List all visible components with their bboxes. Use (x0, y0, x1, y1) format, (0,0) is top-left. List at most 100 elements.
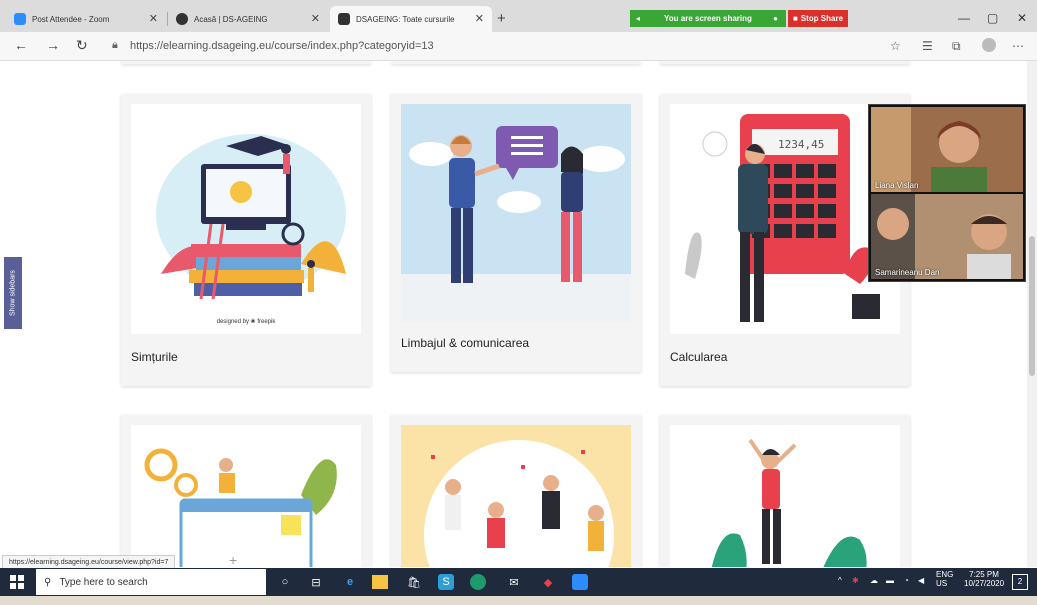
zoom-app-icon[interactable] (572, 574, 588, 590)
clock-time: 7:25 PM (969, 570, 999, 579)
course-title[interactable]: Limbajul & comunicarea (401, 336, 529, 350)
course-card-partial (121, 61, 371, 64)
minimize-button[interactable]: — (958, 11, 970, 25)
tab-label: Acasă | DS-AGEING (194, 14, 268, 24)
course-card[interactable]: + (121, 415, 371, 567)
exercise-illustration (711, 438, 867, 567)
tab-toate-cursurile[interactable]: DSAGEING: Toate cursurile ✕ (330, 6, 492, 32)
tab-label: DSAGEING: Toate cursurile (356, 14, 455, 24)
course-image: 1234,45 (670, 104, 900, 334)
planning-illustration: + (144, 448, 337, 567)
stop-share-label: Stop Share (800, 14, 844, 23)
show-sidebars-button[interactable]: Show sidebars (4, 257, 22, 329)
clock[interactable]: 7:25 PM 10/27/2020 (964, 570, 1004, 588)
course-card-partial (391, 61, 641, 64)
course-image: + (131, 425, 361, 567)
shield-icon: ● (773, 14, 778, 23)
volume-icon[interactable]: ◀ (918, 576, 924, 585)
course-card-simturile[interactable]: designed by ❀ freepik Simțurile (121, 94, 371, 386)
participant-video (871, 194, 1023, 279)
moodle-tab-icon (338, 13, 350, 25)
url-field[interactable]: https://elearning.dsageing.eu/course/ind… (130, 40, 434, 52)
tray-app-icon[interactable]: ✱ (852, 576, 859, 585)
favorite-star-icon[interactable]: ☆ (890, 39, 901, 53)
onenote-drop-icon[interactable]: ◆ (538, 572, 558, 592)
back-icon[interactable]: ← (14, 37, 28, 53)
show-sidebars-label: Show sidebars (9, 270, 17, 316)
stop-share-button[interactable]: ■ Stop Share (788, 10, 848, 27)
zoom-sharing-indicator: ◂ You are screen sharing ● (630, 10, 786, 27)
windows-taskbar: ⚲ Type here to search ○ ⊟ e 🛍︎ S ✉ ◆ ^ ✱… (0, 568, 1037, 596)
tab-label: Post Attendee - Zoom (32, 14, 110, 24)
video-tile-dan: Samarineanu Dan (871, 194, 1023, 279)
moodle-tab-icon (176, 13, 188, 25)
cloud-icon[interactable]: ☁ (870, 576, 878, 585)
favorites-list-icon[interactable]: ☰ (922, 39, 933, 53)
close-icon[interactable]: ✕ (311, 12, 320, 25)
stop-icon: ■ (792, 14, 798, 23)
tab-zoom[interactable]: Post Attendee - Zoom ✕ (6, 6, 166, 32)
language-label: ENG (936, 570, 954, 579)
close-window-button[interactable]: ✕ (1017, 11, 1027, 25)
file-explorer-icon[interactable] (372, 575, 388, 589)
skype-icon[interactable]: S (438, 574, 454, 590)
participant-name: Liana Vislan (875, 181, 919, 190)
battery-icon[interactable]: ▬ (886, 576, 894, 585)
celebration-illustration (401, 425, 631, 567)
communication-illustration (401, 104, 631, 322)
notification-count: 2 (1017, 577, 1023, 586)
tray-chevron-icon[interactable]: ^ (838, 576, 842, 585)
region-label: US (936, 579, 948, 588)
zoom-video-panel: Liana Vislan Samarineanu Dan (868, 104, 1026, 282)
taskbar-search[interactable]: ⚲ Type here to search (36, 569, 266, 595)
course-image (401, 425, 631, 567)
course-image (401, 104, 631, 322)
windows-start-icon[interactable] (10, 575, 24, 589)
course-title[interactable]: Calcularea (670, 350, 727, 364)
scrollbar-thumb[interactable] (1029, 236, 1035, 376)
collections-icon[interactable]: ⧉ (952, 39, 961, 54)
mail-icon[interactable]: ✉ (504, 572, 524, 592)
zoom-arrow-icon: ◂ (636, 14, 641, 23)
address-bar: ← → ↻ 🔒︎ https://elearning.dsageing.eu/c… (0, 32, 1037, 61)
sharing-text: You are screen sharing (664, 14, 752, 23)
course-image: designed by ❀ freepik (131, 104, 361, 334)
forward-icon[interactable]: → (46, 37, 60, 53)
tab-bar: Post Attendee - Zoom ✕ Acasă | DS-AGEING… (0, 0, 1037, 32)
maximize-button[interactable]: ▢ (987, 11, 998, 25)
course-card-limbajul[interactable]: Limbajul & comunicarea (391, 94, 641, 372)
zoom-tab-icon (14, 13, 26, 25)
language-indicator[interactable]: ENG US (936, 570, 953, 588)
svg-text:+: + (229, 552, 237, 567)
new-tab-button[interactable]: + (497, 10, 506, 27)
tab-acasa[interactable]: Acasă | DS-AGEING ✕ (168, 6, 328, 32)
edge-icon[interactable] (470, 574, 486, 590)
lock-icon: 🔒︎ (112, 39, 118, 51)
course-card[interactable] (660, 415, 910, 567)
participant-name: Samarineanu Dan (875, 268, 940, 277)
clock-date: 10/27/2020 (964, 579, 1005, 588)
course-card[interactable] (391, 415, 641, 567)
cortana-icon[interactable]: ○ (275, 572, 295, 592)
more-menu-icon[interactable]: ⋯ (1012, 39, 1024, 53)
store-icon[interactable]: 🛍︎ (404, 572, 424, 592)
page-scrollbar[interactable] (1027, 61, 1037, 567)
refresh-icon[interactable]: ↻ (76, 37, 88, 54)
photo-background-strip (0, 596, 1037, 605)
close-icon[interactable]: ✕ (149, 12, 158, 25)
search-icon: ⚲ (44, 576, 52, 588)
video-tile-liana: Liana Vislan (871, 107, 1023, 192)
task-view-icon[interactable]: ⊟ (306, 572, 326, 592)
search-placeholder: Type here to search (59, 576, 148, 588)
profile-avatar-icon[interactable] (982, 38, 996, 52)
close-icon[interactable]: ✕ (475, 12, 484, 25)
image-credit: designed by ❀ freepik (216, 319, 276, 325)
course-title[interactable]: Simțurile (131, 350, 178, 364)
notification-center-icon[interactable]: 2 (1012, 574, 1028, 590)
edge-legacy-icon[interactable]: e (340, 572, 360, 592)
senses-illustration (156, 134, 346, 300)
participant-video (871, 107, 1023, 192)
browser-window: Post Attendee - Zoom ✕ Acasă | DS-AGEING… (0, 0, 1037, 596)
calculator-display: 1234,45 (778, 138, 825, 151)
wifi-icon[interactable]: ◔ (904, 576, 909, 585)
